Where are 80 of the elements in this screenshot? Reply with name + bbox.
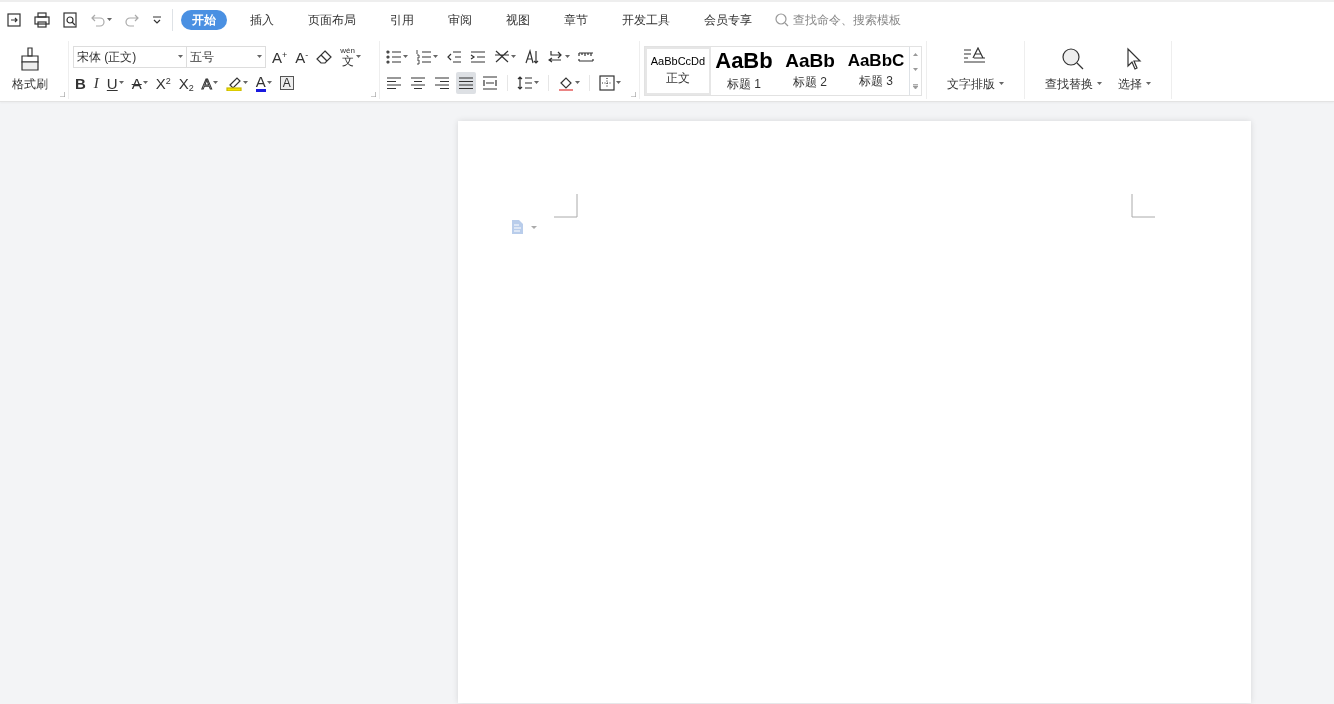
style-preview: AaBb [715, 48, 773, 74]
justify-button[interactable] [456, 72, 476, 94]
undo-icon [90, 12, 106, 28]
caret-icon [107, 18, 112, 22]
paragraph-mark-icon [548, 49, 564, 65]
pinyin-button[interactable]: wén 文 [338, 46, 363, 68]
bulleted-list-icon [386, 49, 402, 65]
format-glyph: A [131, 75, 142, 91]
borders-button[interactable] [597, 72, 623, 94]
format-glyph: A [255, 74, 266, 92]
search-icon [775, 13, 789, 27]
paint-bucket-icon [558, 75, 574, 91]
dialog-launcher-icon [60, 92, 65, 97]
print-button[interactable] [32, 9, 52, 31]
style-name: 标题 3 [858, 73, 893, 91]
ribbon-tab[interactable]: 插入 [239, 10, 285, 30]
format-painter-button[interactable]: 格式刷 [8, 45, 52, 95]
format-glyph: A [201, 75, 212, 91]
caret-icon [257, 55, 262, 59]
font-size-field[interactable]: 五号 [186, 46, 266, 68]
scroll-up-icon [913, 53, 918, 57]
style-preview: AaBb [785, 50, 835, 72]
pinyin-text: wén [340, 47, 355, 55]
print-preview-icon [62, 12, 78, 28]
search-field[interactable]: 查找命令、搜索模板 [775, 11, 943, 29]
pinyin-glyph: 文 [341, 55, 354, 67]
charborder-button[interactable]: A [277, 72, 296, 94]
align-left-icon [386, 75, 402, 91]
sort-icon [524, 49, 540, 65]
ribbon-tab[interactable]: 视图 [495, 10, 541, 30]
character-layout-icon [494, 49, 510, 65]
select-button[interactable]: 选择 [1114, 45, 1155, 95]
align-center-icon [410, 75, 426, 91]
print-icon [34, 12, 50, 28]
gallery-scrollbar[interactable] [909, 47, 921, 95]
format-glyph: U [106, 75, 118, 91]
expand-gallery-icon [913, 83, 918, 89]
find-button[interactable]: 查找替换 [1041, 45, 1106, 95]
print-preview-button[interactable] [60, 9, 80, 31]
effect-button[interactable]: A [199, 72, 220, 94]
style-name: 正文 [666, 70, 690, 88]
ribbon-tab[interactable]: 会员专享 [693, 10, 763, 30]
color-button[interactable]: A [253, 72, 274, 94]
tab-stops-icon [578, 49, 594, 65]
ribbon-tab[interactable]: 引用 [379, 10, 425, 30]
layout-button[interactable]: 文字排版 [943, 45, 1008, 95]
outdent-icon [446, 49, 462, 65]
dialog-launcher-icon [631, 92, 636, 97]
style-gallery-item[interactable]: AaBbCcDd 正文 [645, 47, 711, 95]
numbered-list-icon [416, 49, 432, 65]
justify-icon [458, 75, 474, 91]
style-name: 标题 1 [726, 76, 761, 94]
eraser-icon [316, 49, 333, 65]
margin-corner-mark [554, 194, 578, 218]
paintbrush-icon [19, 47, 41, 71]
underline-button[interactable]: U [104, 72, 126, 94]
dropdown-menu-icon [152, 15, 162, 25]
save-icon [6, 12, 22, 28]
line-spacing-icon [517, 75, 533, 91]
ribbon-tab[interactable]: 章节 [553, 10, 599, 30]
scroll-down-icon [913, 68, 918, 72]
magnifier-icon [1061, 47, 1086, 71]
distributed-icon [482, 75, 498, 91]
format-glyph: A [279, 76, 294, 90]
indent-icon [470, 49, 486, 65]
ribbon-tab[interactable]: 审阅 [437, 10, 483, 30]
style-preview: AaBbC [847, 51, 905, 71]
ribbon-tab[interactable]: 开发工具 [611, 10, 681, 30]
strike-button[interactable]: A [129, 72, 150, 94]
dialog-launcher-icon [371, 92, 376, 97]
ribbon-tab[interactable]: 页面布局 [297, 10, 367, 30]
highlighter-icon [225, 75, 242, 91]
font-name-field[interactable]: 宋体 (正文) [73, 46, 187, 68]
redo-icon [124, 12, 140, 28]
style-name: 标题 2 [792, 74, 827, 92]
caret-icon [178, 55, 183, 59]
margin-corner-mark [1131, 194, 1155, 218]
border-grid-icon [599, 75, 615, 91]
style-preview: AaBbCcDd [650, 54, 706, 68]
align-right-icon [434, 75, 450, 91]
